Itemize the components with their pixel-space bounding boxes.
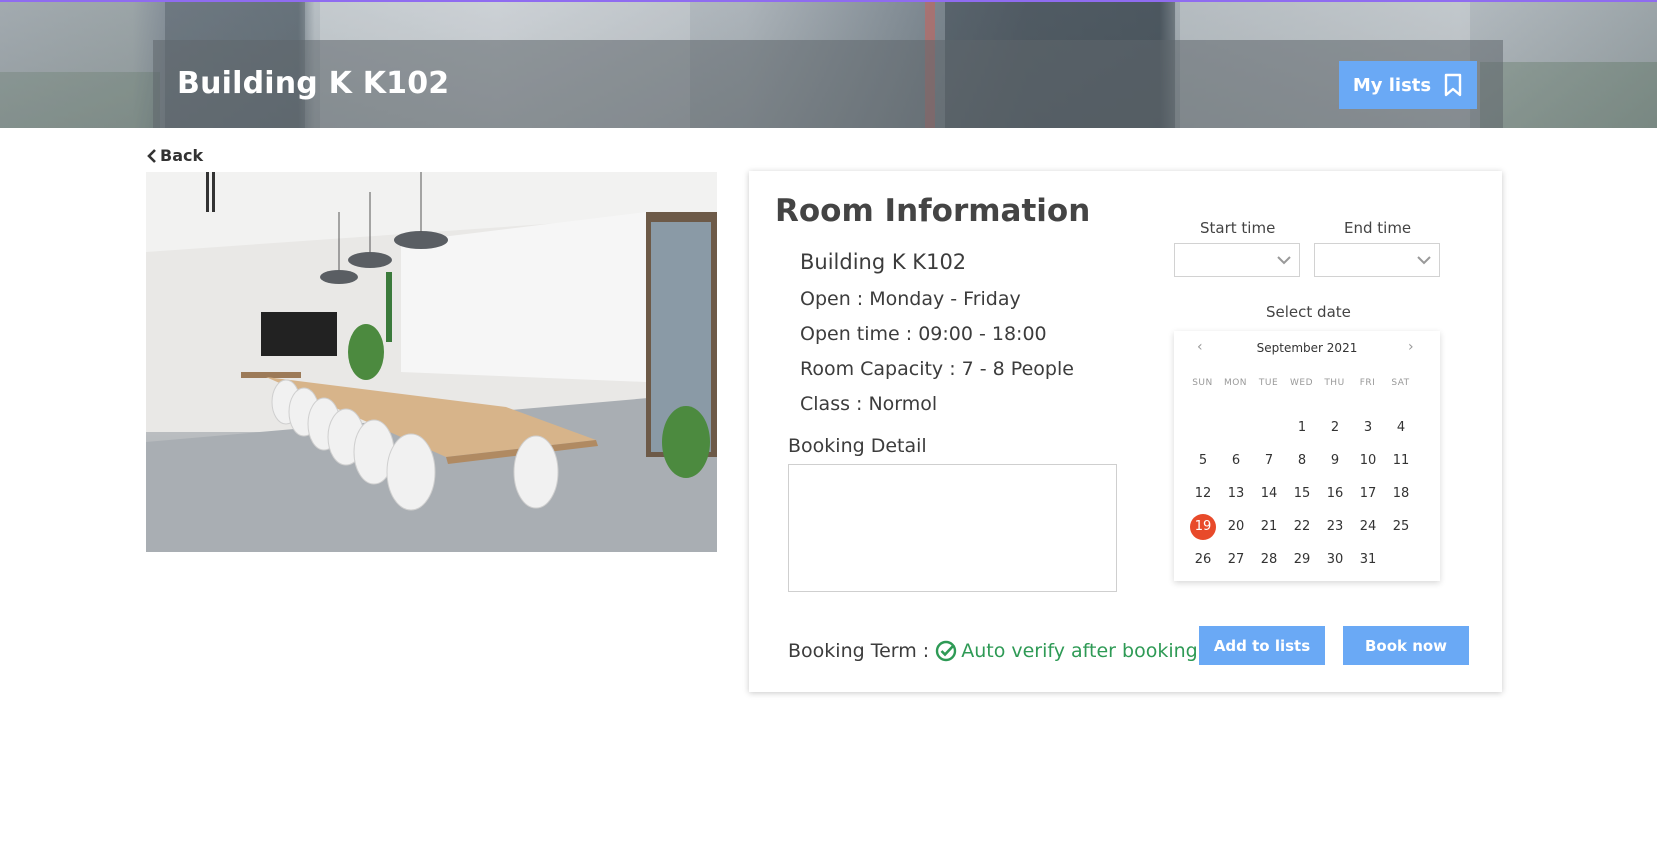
booking-detail-label: Booking Detail <box>788 435 927 457</box>
calendar-day[interactable]: 12 <box>1190 481 1216 507</box>
calendar-day-selected[interactable]: 19 <box>1190 514 1216 540</box>
add-to-lists-button[interactable]: Add to lists <box>1199 626 1325 665</box>
calendar-day[interactable]: 16 <box>1322 481 1348 507</box>
next-month-icon[interactable]: › <box>1408 339 1414 355</box>
booking-term-label: Booking Term : <box>788 640 930 662</box>
date-picker: ‹ September 2021 › SUN MON TUE WED THU FRI SAT… <box>1174 331 1440 581</box>
calendar-day[interactable]: 11 <box>1388 448 1414 474</box>
calendar-day[interactable]: 30 <box>1322 547 1348 573</box>
end-time-label: End time <box>1344 219 1412 237</box>
booking-term-status: Auto verify after booking <box>935 640 1198 662</box>
calendar-day[interactable]: 28 <box>1256 547 1282 573</box>
room-capacity: Room Capacity : 7 - 8 People <box>800 358 1074 380</box>
select-date-label: Select date <box>1266 303 1351 321</box>
room-photo <box>146 172 717 552</box>
calendar-day[interactable]: 6 <box>1223 448 1249 474</box>
calendar-day[interactable]: 13 <box>1223 481 1249 507</box>
weekday-header: SAT <box>1391 378 1410 388</box>
calendar-day[interactable]: 15 <box>1289 481 1315 507</box>
start-time-select[interactable] <box>1174 243 1300 277</box>
booking-term-value: Auto verify after booking <box>961 640 1198 662</box>
booking-term: Booking Term : Auto verify after booking <box>788 640 1198 662</box>
chevron-down-icon <box>1277 256 1291 265</box>
calendar-day[interactable]: 20 <box>1223 514 1249 540</box>
calendar-day[interactable]: 24 <box>1355 514 1381 540</box>
calendar-day[interactable]: 10 <box>1355 448 1381 474</box>
room-name: Building K K102 <box>800 250 967 274</box>
card-title: Room Information <box>775 193 1091 229</box>
open-days: Open : Monday - Friday <box>800 288 1021 310</box>
weekday-header: FRI <box>1359 378 1376 388</box>
start-time-label: Start time <box>1200 219 1276 237</box>
calendar-day[interactable]: 31 <box>1355 547 1381 573</box>
check-circle-icon <box>936 640 957 662</box>
calendar-day[interactable]: 4 <box>1388 415 1414 441</box>
calendar-day[interactable]: 22 <box>1289 514 1315 540</box>
book-now-button[interactable]: Book now <box>1343 626 1469 665</box>
calendar-day[interactable]: 26 <box>1190 547 1216 573</box>
back-link[interactable]: Back <box>146 146 203 165</box>
calendar-day[interactable]: 3 <box>1355 415 1381 441</box>
calendar-day[interactable]: 17 <box>1355 481 1381 507</box>
calendar-day[interactable]: 18 <box>1388 481 1414 507</box>
weekday-header: THU <box>1324 378 1345 388</box>
page-title: Building K K102 <box>177 66 450 101</box>
calendar-day[interactable]: 2 <box>1322 415 1348 441</box>
calendar-day[interactable]: 29 <box>1289 547 1315 573</box>
calendar-day[interactable]: 9 <box>1322 448 1348 474</box>
room-class: Class : Normol <box>800 393 938 415</box>
bookmark-icon <box>1444 73 1462 97</box>
weekday-header: TUE <box>1258 378 1279 388</box>
chevron-left-icon <box>147 148 156 163</box>
end-time-select[interactable] <box>1314 243 1440 277</box>
calendar-day[interactable]: 23 <box>1322 514 1348 540</box>
weekday-header: WED <box>1289 378 1313 388</box>
calendar-day[interactable]: 8 <box>1289 448 1315 474</box>
calendar-day[interactable]: 1 <box>1289 415 1315 441</box>
room-info-card: Room Information Building K K102 Open : … <box>749 171 1502 692</box>
calendar-day[interactable]: 21 <box>1256 514 1282 540</box>
weekday-header: SUN <box>1192 378 1213 388</box>
my-lists-label: My lists <box>1352 74 1432 96</box>
my-lists-button[interactable]: My lists <box>1339 61 1477 109</box>
calendar-day[interactable]: 27 <box>1223 547 1249 573</box>
calendar-day[interactable]: 25 <box>1388 514 1414 540</box>
booking-detail-input[interactable] <box>788 464 1117 592</box>
calendar-day[interactable]: 14 <box>1256 481 1282 507</box>
calendar-day[interactable]: 5 <box>1190 448 1216 474</box>
back-label: Back <box>160 146 204 165</box>
calendar-day[interactable]: 7 <box>1256 448 1282 474</box>
open-time: Open time : 09:00 - 18:00 <box>800 323 1047 345</box>
weekday-header: MON <box>1223 378 1248 388</box>
chevron-down-icon <box>1417 256 1431 265</box>
calendar-month: September 2021 <box>1256 341 1358 355</box>
